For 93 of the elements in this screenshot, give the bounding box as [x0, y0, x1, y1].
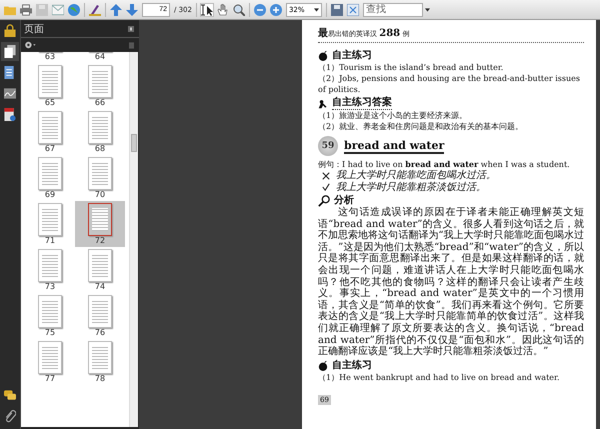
page-label: 65: [44, 98, 56, 108]
translation-line: 我上大学时只能靠粗茶淡饭过活。: [336, 182, 486, 193]
page-thumbnail: [88, 341, 112, 374]
section-title: 自主练习答案: [332, 97, 392, 110]
page-label: 73: [44, 282, 56, 292]
analysis-paragraph: 这句话造成误译的原因在于译者未能正确理解英文短语“bread and water”的含义。很多人看到这句话之后，就不加思索地将这句话翻译为“我上大学时只能靠吃面包喝水过活。”这是因为他们太熟悉“bread”和“water”的含义，所以只是将其字面意思翻译出来了。但是如果这样翻译的话，就会出现一个问题，难道讲话人在上大学时只能吃面包喝水吗？他不吃其他的食物吗？这样的翻译只会让读者产生歧义。事实上，“bread and water”是英文中的一个习惯用语，其含义是“简单的饮食”。我们再来看这个例句。它所要表达的含义是“我上大学时只能靠简单的饮食过活”。这样我们就正确理解了原文所要表达的含义。换句话说，“bread and water”所指代的不仅仅是“面包和水”。因此这句话的正确翻译应该是“我上大学时只能靠粗茶淡饭过活。”: [318, 207, 584, 358]
page-thumbnail: [38, 65, 62, 98]
bomb-icon: [318, 51, 328, 61]
page-thumbnail-item[interactable]: 74: [75, 247, 125, 293]
page-thumbnail: [38, 249, 62, 282]
section-title: 自主练习: [332, 50, 372, 62]
page-label: 68: [94, 144, 106, 154]
page-thumbnail-item[interactable]: 76: [75, 293, 125, 339]
zoom-in-icon[interactable]: [270, 4, 282, 16]
signature-icon[interactable]: [4, 87, 16, 100]
page-label: 69: [44, 190, 56, 200]
page-thumbnail: [38, 341, 62, 374]
padlock-icon[interactable]: [4, 24, 16, 37]
page-thumbnail-item[interactable]: 77: [25, 339, 75, 385]
page-label: 77: [44, 374, 56, 384]
page-label: 66: [94, 98, 106, 108]
page-label: 75: [44, 328, 56, 338]
text-line: （1）He went bankrupt and had to live on bread and water.: [318, 372, 561, 383]
page-thumbnail-item[interactable]: 72: [75, 201, 125, 247]
page-label: 70: [94, 190, 106, 200]
caret-icon: [314, 8, 319, 12]
up-arrow-icon[interactable]: [110, 4, 122, 16]
page-thumbnail-item[interactable]: 70: [75, 155, 125, 201]
entry-number-badge: 59: [318, 136, 338, 156]
page-thumbnail: [88, 295, 112, 328]
pen-icon[interactable]: [89, 4, 101, 16]
text-line: （1）Tourism is the island’s bread and butter.: [318, 62, 504, 73]
paperclip-icon[interactable]: [4, 410, 16, 423]
panel-menu-icon[interactable]: [128, 26, 134, 32]
page-thumbnail-item[interactable]: 75: [25, 293, 75, 339]
zoom-marquee-icon[interactable]: [232, 4, 245, 16]
caret-icon[interactable]: [424, 8, 430, 12]
page-thumbnail: [88, 111, 112, 144]
text-line: （1）旅游业是这个小岛的主要经济来源。: [318, 110, 468, 121]
text-line: （2）Jobs, pensions and housing are the bread-and-butter issues of politics.: [318, 73, 582, 95]
page-label: 67: [44, 144, 56, 154]
fit-page-icon[interactable]: [346, 4, 359, 16]
page-thumbnail-item[interactable]: 65: [25, 63, 75, 109]
page-thumbnail: [88, 249, 112, 282]
down-arrow-icon[interactable]: [126, 4, 138, 16]
globe-icon[interactable]: [68, 4, 80, 16]
text-cursor-icon[interactable]: [200, 4, 213, 16]
page-thumbnail-item[interactable]: 78: [75, 339, 125, 385]
search-field[interactable]: 查找: [362, 2, 423, 16]
text-line: （2）就业、养老金和住房问题是和政治有关的基本问题。: [318, 121, 524, 132]
text-line: 例句：I had to live on bread and water when I was a student.: [318, 159, 571, 170]
bomb-icon: [318, 360, 328, 371]
page-thumbnail: [38, 157, 62, 190]
page-thumbnail-item[interactable]: 67: [25, 109, 75, 155]
pdf-info-icon[interactable]: [4, 108, 16, 121]
page-thumbnail: [38, 203, 62, 236]
comments-icon[interactable]: [4, 389, 16, 402]
page-thumbnail-item[interactable]: 66: [75, 63, 125, 109]
page-thumbnail-item[interactable]: 64: [75, 52, 125, 63]
page-thumbnail-item[interactable]: 71: [25, 201, 75, 247]
page-label: 76: [94, 328, 106, 338]
check-icon: [322, 183, 330, 192]
save-icon[interactable]: [330, 4, 343, 16]
page-thumbnail-item[interactable]: 73: [25, 247, 75, 293]
page-thumbnail: [38, 111, 62, 144]
printer-icon[interactable]: [20, 4, 32, 16]
section-title: 自主练习: [332, 360, 372, 372]
page-label: 74: [94, 282, 106, 292]
page-thumbnail: [88, 157, 112, 190]
page-label: 63: [44, 52, 56, 62]
page-label: 64: [94, 52, 106, 62]
page-thumbnail-item[interactable]: 69: [25, 155, 75, 201]
pages-icon[interactable]: [4, 45, 16, 58]
page-label: 71: [44, 236, 56, 246]
page-thumbnail: [88, 65, 112, 98]
zoom-out-icon[interactable]: [254, 4, 266, 16]
writing-person-icon: [318, 98, 328, 108]
hand-icon[interactable]: [216, 4, 229, 16]
section-title: 分析: [334, 195, 354, 206]
entry-heading: bread and water: [344, 138, 444, 154]
gear-icon[interactable]: [24, 41, 36, 49]
page-label: 72: [94, 236, 106, 246]
page-thumbnail: [88, 203, 112, 236]
translation-line: 我上大学时只能靠吃面包喝水过活。: [336, 170, 496, 182]
magnifier-icon: [318, 195, 330, 207]
page-thumbnail-item[interactable]: 63: [25, 52, 75, 63]
panel-title: 页面: [24, 22, 44, 36]
document-icon[interactable]: [4, 66, 16, 79]
page-label: 78: [94, 374, 106, 384]
cross-icon: [322, 172, 330, 180]
page-thumbnail-item[interactable]: 68: [75, 109, 125, 155]
scrollbar[interactable]: [129, 52, 138, 427]
page-thumbnail: [38, 295, 62, 328]
